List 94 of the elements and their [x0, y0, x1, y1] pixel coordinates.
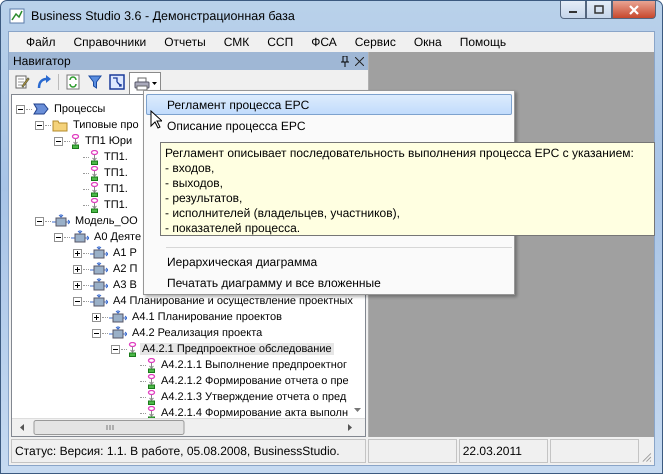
tree-item[interactable]: А4.2.1.4 Формирование акта выполн	[159, 407, 350, 418]
tree-item[interactable]: А4.1 Планирование проектов	[130, 311, 284, 323]
function-icon	[147, 406, 156, 418]
tree-item[interactable]: А4.2.1.1 Выполнение предпроектног	[159, 359, 349, 371]
function-icon	[90, 166, 99, 180]
menu-item[interactable]: Иерархическая диаграмма	[146, 251, 512, 272]
tree-item[interactable]: ТП1.	[102, 167, 130, 179]
tree-item[interactable]: А4.2.1 Предпроектное обследование	[140, 343, 334, 355]
tooltip-line: - показателей процесса.	[165, 221, 302, 236]
function-icon	[147, 358, 156, 372]
edit-icon[interactable]	[14, 74, 30, 90]
menu-item[interactable]: Регламент процесса EPC	[146, 94, 512, 115]
tree-item[interactable]: ТП1 Юри	[83, 135, 134, 147]
collapse-icon[interactable]	[73, 296, 82, 306]
expand-icon[interactable]	[73, 248, 82, 258]
menu-item[interactable]: Сервис	[346, 35, 405, 49]
process-icon	[33, 103, 49, 115]
collapse-icon[interactable]	[111, 344, 120, 354]
model-icon	[52, 214, 70, 228]
expand-icon[interactable]	[73, 264, 82, 274]
model-icon	[90, 278, 108, 292]
maximize-button[interactable]	[586, 1, 612, 19]
tooltip-line: - результатов,	[165, 191, 244, 206]
tree-item[interactable]: ТП1.	[102, 183, 130, 195]
caret-icon	[152, 82, 156, 85]
expand-icon[interactable]	[92, 312, 101, 322]
refresh-icon[interactable]	[66, 74, 80, 90]
menu-item[interactable]: ФСА	[302, 35, 346, 49]
tooltip-line: - выходов,	[165, 176, 224, 191]
model-icon	[90, 294, 108, 308]
close-button[interactable]	[612, 1, 656, 19]
status-pane: Статус: Версия: 1.1. В работе, 05.08.2008, BusinessStudio.	[11, 439, 366, 463]
horizontal-scrollbar[interactable]	[12, 418, 365, 436]
tree-item[interactable]: Процессы	[52, 103, 108, 115]
app-icon	[9, 8, 25, 24]
model-icon	[109, 310, 127, 324]
function-icon	[90, 182, 99, 196]
menu-item[interactable]: Файл	[17, 35, 65, 49]
filter-icon[interactable]	[88, 75, 102, 89]
folder-icon	[52, 118, 68, 132]
close-icon	[628, 4, 640, 14]
cursor-icon	[150, 110, 162, 129]
maximize-icon	[594, 5, 604, 14]
tree-item[interactable]: ТП1.	[102, 151, 130, 163]
model-icon	[90, 262, 108, 276]
resize-grip-icon[interactable]	[641, 451, 652, 463]
redo-icon[interactable]	[36, 74, 52, 90]
collapse-icon[interactable]	[54, 136, 63, 146]
close-icon[interactable]	[355, 56, 364, 66]
model-icon	[90, 246, 108, 260]
tree-item[interactable]: Модель_ОО	[73, 215, 140, 227]
collapse-icon[interactable]	[92, 328, 101, 338]
tree-item[interactable]: А2 П	[111, 263, 140, 275]
menu-item[interactable]: Справочники	[64, 35, 156, 49]
tree-item[interactable]: А4.2 Реализация проекта	[130, 327, 264, 339]
tree-item[interactable]: А4.2.1.2 Формирование отчета о пре	[159, 375, 351, 387]
expand-icon[interactable]	[73, 280, 82, 290]
tooltip-line: - входов,	[165, 161, 216, 176]
tooltip-line: - исполнителей (владельцев, участников),	[165, 206, 401, 221]
function-icon	[147, 390, 156, 404]
function-icon	[147, 374, 156, 388]
collapse-icon[interactable]	[54, 232, 63, 242]
tree-item[interactable]: А1 Р	[111, 247, 139, 259]
tree-item[interactable]: А4 Планирование и осуществление проектных	[111, 295, 355, 307]
menu-item[interactable]: ССП	[258, 35, 302, 49]
menu-item[interactable]: СМК	[214, 35, 258, 49]
collapse-icon[interactable]	[35, 120, 44, 130]
function-icon	[90, 150, 99, 164]
collapse-icon[interactable]	[35, 216, 44, 226]
panel-title: Навигатор	[13, 54, 72, 68]
print-button[interactable]	[129, 72, 161, 94]
pin-icon[interactable]	[341, 56, 349, 66]
tree-item[interactable]: А4.2.1.3 Утверждение отчета о пред	[159, 391, 348, 403]
menu-item[interactable]: Окна	[404, 35, 451, 49]
window-title: Business Studio 3.6 - Демонстрационная база	[31, 9, 296, 23]
function-icon	[71, 134, 80, 148]
function-icon	[128, 342, 137, 356]
minimize-button[interactable]	[560, 1, 586, 19]
function-icon	[90, 198, 99, 212]
tree-item[interactable]: А3 В	[111, 279, 139, 291]
model-icon	[109, 326, 127, 340]
tree-item[interactable]: А0 Деяте	[92, 231, 144, 243]
scroll-down-arrow-icon[interactable]	[354, 408, 361, 412]
tree-item[interactable]: ТП1.	[102, 199, 130, 211]
status-pane: 22.03.2011	[458, 439, 548, 463]
menu-item[interactable]: Печатать диаграмму и все вложенные	[146, 272, 512, 293]
menu-item[interactable]: Помощь	[450, 35, 516, 49]
menu-item[interactable]: Описание процесса EPC	[146, 115, 512, 136]
tooltip-line: Регламент описывает последовательность выполнения процесса EPC с указанием:	[165, 146, 635, 161]
collapse-icon[interactable]	[16, 104, 25, 114]
menu-item[interactable]: Отчеты	[155, 35, 215, 49]
export-icon[interactable]	[109, 74, 125, 90]
model-icon	[71, 230, 89, 244]
tree-item[interactable]: Типовые про	[71, 119, 141, 131]
